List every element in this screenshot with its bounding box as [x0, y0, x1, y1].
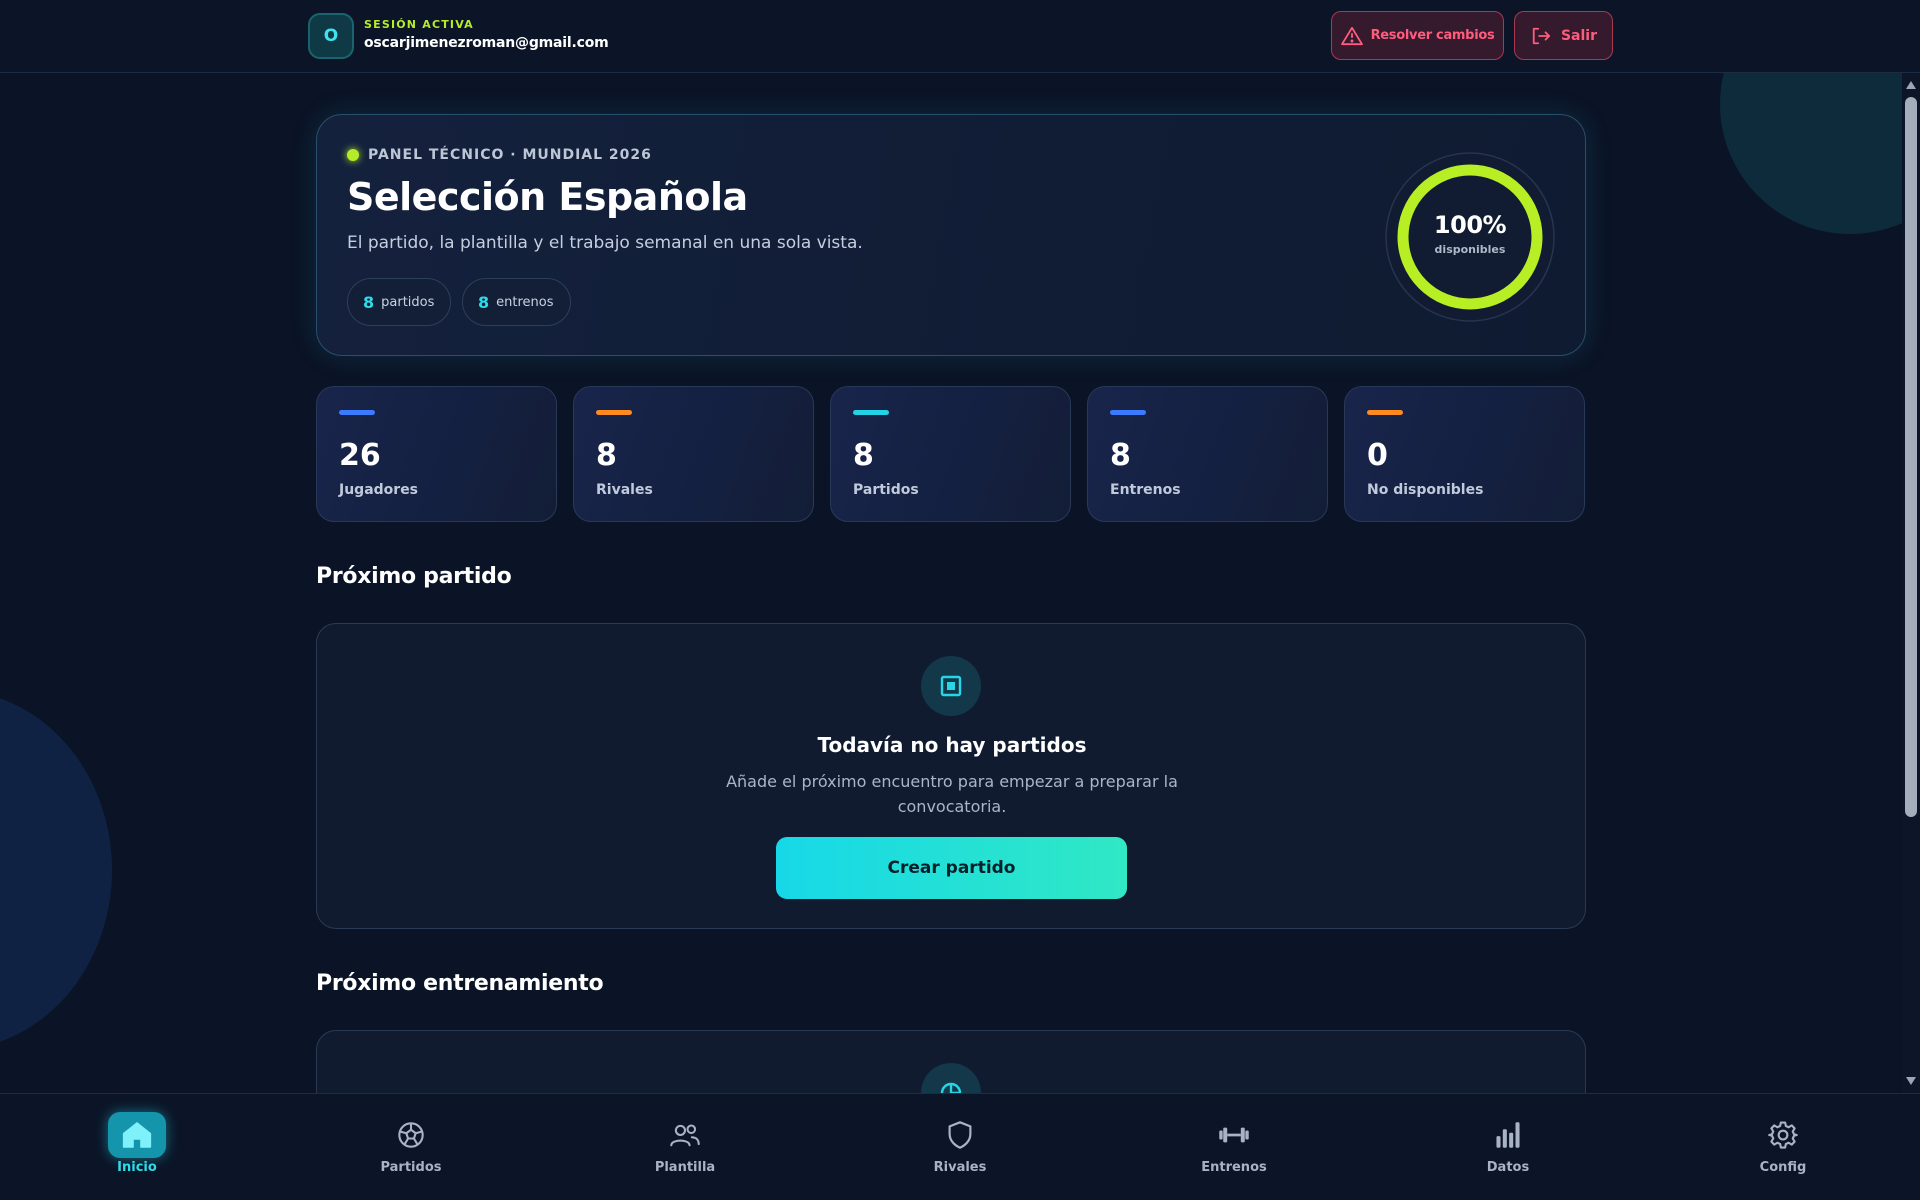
nav-label: Plantilla — [654, 1160, 716, 1175]
bottom-navigation: Inicio Partidos Plantilla Rivales Entren… — [0, 1093, 1920, 1200]
matches-count-pill: 8 partidos — [347, 278, 452, 326]
nav-item-partidos[interactable]: Partidos — [341, 1094, 481, 1200]
next-match-empty-card: Todavía no hay partidos Añade el próximo… — [316, 623, 1586, 929]
matches-count-label: partidos — [381, 294, 435, 310]
stat-label: Entrenos — [1110, 482, 1181, 498]
stat-card-rivals[interactable]: 8 Rivales — [573, 386, 814, 522]
stat-value: 8 — [1110, 438, 1131, 473]
stat-accent-bar — [853, 410, 889, 415]
logout-button[interactable]: Salir — [1514, 11, 1613, 60]
nav-label: Rivales — [933, 1160, 987, 1175]
scroll-up-arrow-icon[interactable] — [1906, 81, 1916, 89]
stat-card-unavailable[interactable]: 0 No disponibles — [1344, 386, 1585, 522]
stat-accent-bar — [596, 410, 632, 415]
stat-value: 26 — [339, 438, 381, 473]
stat-label: Jugadores — [339, 482, 419, 498]
logout-label: Salir — [1560, 27, 1598, 44]
stat-accent-bar — [339, 410, 375, 415]
nav-item-plantilla[interactable]: Plantilla — [615, 1094, 755, 1200]
availability-label: disponibles — [1434, 243, 1506, 256]
nav-item-inicio[interactable]: Inicio — [67, 1094, 207, 1200]
stat-card-trainings[interactable]: 8 Entrenos — [1087, 386, 1328, 522]
trainings-count-label: entrenos — [496, 294, 554, 310]
nav-label: Config — [1759, 1160, 1807, 1175]
bar-chart-icon — [1479, 1112, 1537, 1158]
scroll-down-arrow-icon[interactable] — [1906, 1077, 1916, 1085]
trainings-count-pill: 8 entrenos — [462, 278, 571, 326]
home-icon — [108, 1112, 166, 1158]
matches-count: 8 — [363, 292, 375, 312]
next-match-title: Próximo partido — [316, 564, 512, 589]
resolve-changes-button[interactable]: Resolver cambios — [1331, 11, 1504, 60]
stat-card-matches[interactable]: 8 Partidos — [830, 386, 1071, 522]
nav-item-rivales[interactable]: Rivales — [890, 1094, 1030, 1200]
empty-state-title: Todavía no hay partidos — [817, 733, 1087, 757]
warning-icon — [1340, 26, 1363, 45]
page-scrollbar[interactable] — [1902, 73, 1920, 1093]
avatar[interactable]: O — [308, 13, 354, 59]
next-training-title: Próximo entrenamiento — [316, 971, 604, 996]
stat-value: 8 — [596, 438, 617, 473]
nav-label: Inicio — [117, 1160, 157, 1175]
nav-label: Datos — [1486, 1160, 1530, 1175]
logout-icon — [1532, 27, 1551, 44]
nav-item-config[interactable]: Config — [1713, 1094, 1853, 1200]
team-subtitle: El partido, la plantilla y el trabajo se… — [347, 233, 863, 253]
background-glow-bottom-left — [0, 690, 112, 1050]
scrollbar-thumb[interactable] — [1905, 97, 1917, 817]
session-status-label: SESIÓN ACTIVA — [364, 18, 474, 31]
gear-icon — [1754, 1112, 1812, 1158]
stat-label: Rivales — [596, 482, 653, 498]
match-placeholder-icon — [921, 656, 981, 716]
dumbbell-icon — [1205, 1112, 1263, 1158]
stat-value: 0 — [1367, 438, 1388, 473]
stat-value: 8 — [853, 438, 874, 473]
create-match-button[interactable]: Crear partido — [776, 837, 1127, 899]
users-icon — [656, 1112, 714, 1158]
nav-label: Partidos — [380, 1160, 442, 1175]
session-email: oscarjimenezroman@gmail.com — [364, 35, 609, 51]
stat-label: No disponibles — [1367, 482, 1484, 498]
trainings-count: 8 — [478, 292, 490, 312]
stat-accent-bar — [1110, 410, 1146, 415]
resolve-changes-label: Resolver cambios — [1370, 28, 1495, 43]
team-title: Selección Española — [347, 175, 748, 219]
nav-item-datos[interactable]: Datos — [1438, 1094, 1578, 1200]
live-dot-icon — [347, 149, 359, 161]
nav-item-entrenos[interactable]: Entrenos — [1164, 1094, 1304, 1200]
stat-accent-bar — [1367, 410, 1403, 415]
top-bar: O SESIÓN ACTIVA oscarjimenezroman@gmail.… — [0, 0, 1920, 73]
nav-label: Entrenos — [1201, 1160, 1267, 1175]
hero-kicker: PANEL TÉCNICO · MUNDIAL 2026 — [347, 147, 652, 163]
soccer-ball-icon — [382, 1112, 440, 1158]
stat-card-players[interactable]: 26 Jugadores — [316, 386, 557, 522]
empty-state-text: Añade el próximo encuentro para empezar … — [726, 772, 1178, 816]
team-hero-card: PANEL TÉCNICO · MUNDIAL 2026 Selección E… — [316, 114, 1586, 356]
shield-icon — [931, 1112, 989, 1158]
availability-percent: 100% — [1433, 211, 1507, 239]
stat-label: Partidos — [853, 482, 919, 498]
availability-ring: 100% disponibles — [1384, 151, 1556, 323]
hero-kicker-text: PANEL TÉCNICO · MUNDIAL 2026 — [368, 147, 652, 163]
